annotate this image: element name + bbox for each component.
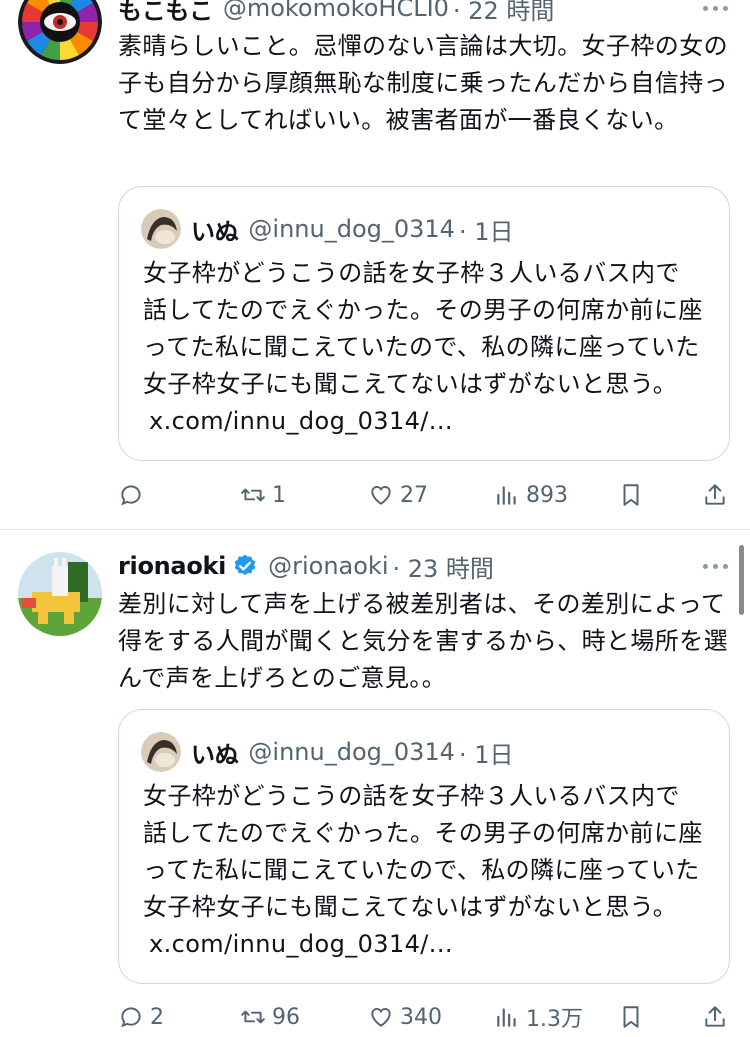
- quote-text-block: 女子枠がどうこうの話を女子枠３人いるバス内で話してたのでえぐかった。その男子の何…: [143, 255, 703, 440]
- quote-user-handle: @innu_dog_0314: [248, 215, 455, 243]
- quote-display-name: いぬ: [191, 740, 239, 769]
- scrollbar[interactable]: [739, 545, 744, 615]
- share-button[interactable]: [702, 997, 728, 1037]
- retweet-count: 1: [272, 482, 286, 508]
- like-count: 340: [400, 1004, 442, 1030]
- quote-link[interactable]: x.com/innu_dog_0314/...: [149, 930, 453, 958]
- tweet-header: rionaoki @rionaoki · 23 時間: [118, 546, 494, 586]
- display-name[interactable]: もこもこ: [118, 0, 213, 26]
- reply-button[interactable]: 2: [118, 997, 164, 1037]
- avatar[interactable]: [18, 552, 102, 636]
- bookmark-button[interactable]: [618, 997, 644, 1037]
- views-count: 1.3万: [526, 1007, 583, 1032]
- reply-count: 2: [150, 1004, 164, 1030]
- retweet-button[interactable]: 96: [240, 997, 300, 1037]
- bookmark-icon: [623, 1006, 639, 1028]
- quote-header: いぬ @innu_dog_0314 · 1日: [141, 732, 513, 772]
- verified-icon: [234, 554, 256, 576]
- quote-text: 女子枠がどうこうの話を女子枠３人いるバス内で話してたのでえぐかった。その男子の何…: [143, 259, 703, 398]
- user-handle[interactable]: @mokomokoHCLI0: [223, 0, 449, 22]
- retweet-icon: [241, 1010, 265, 1024]
- display-name[interactable]: rionaoki: [118, 552, 226, 580]
- views-icon: [497, 1008, 516, 1027]
- quote-tweet[interactable]: いぬ @innu_dog_0314 · 1日 女子枠がどうこうの話を女子枠３人い…: [118, 186, 730, 461]
- share-icon: [705, 1006, 725, 1027]
- quote-user-handle: @innu_dog_0314: [248, 738, 455, 766]
- views-icon: [497, 486, 516, 505]
- quote-tweet[interactable]: いぬ @innu_dog_0314 · 1日 女子枠がどうこうの話を女子枠３人い…: [118, 709, 730, 984]
- quote-display-name: いぬ: [191, 217, 239, 246]
- quote-avatar: [141, 732, 181, 772]
- tweet-actions: 1 27 893: [118, 475, 730, 515]
- reply-button[interactable]: [118, 475, 144, 515]
- tweet-time[interactable]: · 23 時間: [393, 549, 494, 584]
- bookmark-icon: [623, 484, 639, 506]
- bookmark-button[interactable]: [618, 475, 644, 515]
- tweet-actions: 2 96 340 1.3万: [118, 997, 730, 1037]
- tweet-time[interactable]: · 22 時間: [453, 0, 554, 26]
- more-icon[interactable]: [703, 564, 728, 569]
- retweet-button[interactable]: 1: [240, 475, 286, 515]
- avatar-image: [18, 0, 102, 64]
- avatar[interactable]: [18, 0, 102, 64]
- like-count: 27: [400, 482, 428, 508]
- tweet-text: 差別に対して声を上げる被差別者は、その差別によって得をする人間が聞くと気分を害す…: [118, 590, 728, 692]
- more-icon[interactable]: [703, 6, 728, 11]
- quote-header: いぬ @innu_dog_0314 · 1日: [141, 209, 513, 249]
- views-button[interactable]: 893: [494, 475, 568, 515]
- like-button[interactable]: 27: [368, 475, 428, 515]
- tweet-header: もこもこ @mokomokoHCLI0 · 22 時間: [118, 0, 554, 28]
- quote-text: 女子枠がどうこうの話を女子枠３人いるバス内で話してたのでえぐかった。その男子の何…: [143, 782, 703, 921]
- like-icon: [371, 1008, 391, 1027]
- views-button[interactable]: 1.3万: [494, 997, 583, 1037]
- retweet-icon: [241, 488, 265, 502]
- reply-icon: [121, 485, 141, 506]
- avatar-image: [18, 552, 102, 636]
- share-icon: [705, 484, 725, 505]
- like-icon: [371, 486, 391, 505]
- quote-link[interactable]: x.com/innu_dog_0314/...: [149, 407, 453, 435]
- quote-time: · 1日: [458, 217, 514, 246]
- tweet[interactable]: もこもこ @mokomokoHCLI0 · 22 時間 素晴らしいこと。忌憚のな…: [0, 0, 750, 530]
- views-count: 893: [526, 482, 568, 508]
- user-handle[interactable]: @rionaoki: [268, 552, 388, 580]
- share-button[interactable]: [702, 475, 728, 515]
- quote-avatar: [141, 209, 181, 249]
- retweet-count: 96: [272, 1004, 300, 1030]
- like-button[interactable]: 340: [368, 997, 442, 1037]
- quote-time: · 1日: [458, 740, 514, 769]
- tweet-text: 素晴らしいこと。忌憚のない言論は大切。女子枠の女の子も自分から厚顔無恥な制度に乗…: [118, 32, 728, 134]
- quote-text-block: 女子枠がどうこうの話を女子枠３人いるバス内で話してたのでえぐかった。その男子の何…: [143, 778, 703, 963]
- tweet[interactable]: rionaoki @rionaoki · 23 時間 差別に対して声を上げる被差…: [0, 530, 750, 1032]
- reply-icon: [121, 1007, 141, 1028]
